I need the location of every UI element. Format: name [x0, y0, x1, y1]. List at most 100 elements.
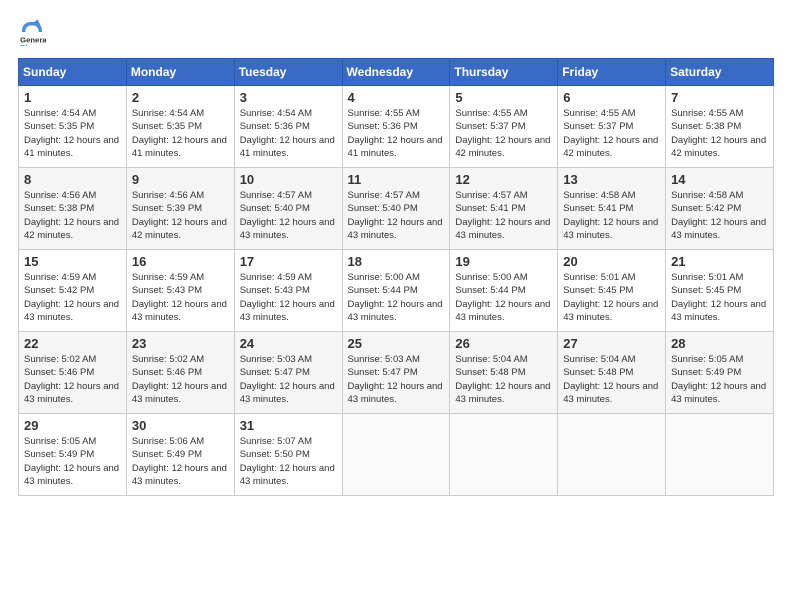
sunset-text: Sunset: 5:35 PM — [24, 120, 122, 133]
sunrise-text: Sunrise: 4:55 AM — [563, 107, 661, 120]
day-number: 13 — [563, 172, 661, 187]
weekday-header-friday: Friday — [558, 59, 666, 86]
calendar-cell: 10Sunrise: 4:57 AMSunset: 5:40 PMDayligh… — [234, 168, 342, 250]
daylight-text: Daylight: 12 hours and 41 minutes. — [348, 134, 446, 161]
logo: General Blue — [18, 18, 50, 46]
calendar-cell: 3Sunrise: 4:54 AMSunset: 5:36 PMDaylight… — [234, 86, 342, 168]
calendar-cell: 7Sunrise: 4:55 AMSunset: 5:38 PMDaylight… — [666, 86, 774, 168]
day-number: 11 — [348, 172, 446, 187]
day-number: 28 — [671, 336, 769, 351]
day-number: 1 — [24, 90, 122, 105]
calendar-week-2: 8Sunrise: 4:56 AMSunset: 5:38 PMDaylight… — [19, 168, 774, 250]
day-number: 7 — [671, 90, 769, 105]
daylight-text: Daylight: 12 hours and 43 minutes. — [348, 298, 446, 325]
calendar-cell: 22Sunrise: 5:02 AMSunset: 5:46 PMDayligh… — [19, 332, 127, 414]
day-number: 8 — [24, 172, 122, 187]
daylight-text: Daylight: 12 hours and 43 minutes. — [563, 216, 661, 243]
calendar-cell: 2Sunrise: 4:54 AMSunset: 5:35 PMDaylight… — [126, 86, 234, 168]
sunrise-text: Sunrise: 5:02 AM — [132, 353, 230, 366]
calendar-cell — [342, 414, 450, 496]
daylight-text: Daylight: 12 hours and 43 minutes. — [671, 216, 769, 243]
sunrise-text: Sunrise: 4:54 AM — [132, 107, 230, 120]
calendar-cell: 9Sunrise: 4:56 AMSunset: 5:39 PMDaylight… — [126, 168, 234, 250]
weekday-header-row: SundayMondayTuesdayWednesdayThursdayFrid… — [19, 59, 774, 86]
calendar-cell: 8Sunrise: 4:56 AMSunset: 5:38 PMDaylight… — [19, 168, 127, 250]
daylight-text: Daylight: 12 hours and 43 minutes. — [455, 298, 553, 325]
day-number: 16 — [132, 254, 230, 269]
calendar-cell — [450, 414, 558, 496]
sunset-text: Sunset: 5:44 PM — [455, 284, 553, 297]
calendar-cell — [558, 414, 666, 496]
sunset-text: Sunset: 5:40 PM — [240, 202, 338, 215]
sunrise-text: Sunrise: 4:56 AM — [24, 189, 122, 202]
calendar-cell: 15Sunrise: 4:59 AMSunset: 5:42 PMDayligh… — [19, 250, 127, 332]
daylight-text: Daylight: 12 hours and 43 minutes. — [132, 380, 230, 407]
sunrise-text: Sunrise: 5:07 AM — [240, 435, 338, 448]
calendar-week-5: 29Sunrise: 5:05 AMSunset: 5:49 PMDayligh… — [19, 414, 774, 496]
sunset-text: Sunset: 5:40 PM — [348, 202, 446, 215]
daylight-text: Daylight: 12 hours and 43 minutes. — [24, 380, 122, 407]
calendar-cell: 23Sunrise: 5:02 AMSunset: 5:46 PMDayligh… — [126, 332, 234, 414]
daylight-text: Daylight: 12 hours and 43 minutes. — [240, 216, 338, 243]
sunset-text: Sunset: 5:41 PM — [455, 202, 553, 215]
sunrise-text: Sunrise: 5:06 AM — [132, 435, 230, 448]
sunset-text: Sunset: 5:46 PM — [132, 366, 230, 379]
sunset-text: Sunset: 5:45 PM — [671, 284, 769, 297]
calendar-cell: 12Sunrise: 4:57 AMSunset: 5:41 PMDayligh… — [450, 168, 558, 250]
calendar-cell: 31Sunrise: 5:07 AMSunset: 5:50 PMDayligh… — [234, 414, 342, 496]
day-number: 5 — [455, 90, 553, 105]
sunset-text: Sunset: 5:48 PM — [563, 366, 661, 379]
daylight-text: Daylight: 12 hours and 43 minutes. — [563, 298, 661, 325]
calendar-cell: 1Sunrise: 4:54 AMSunset: 5:35 PMDaylight… — [19, 86, 127, 168]
sunset-text: Sunset: 5:36 PM — [240, 120, 338, 133]
daylight-text: Daylight: 12 hours and 42 minutes. — [132, 216, 230, 243]
calendar-table: SundayMondayTuesdayWednesdayThursdayFrid… — [18, 58, 774, 496]
sunrise-text: Sunrise: 4:57 AM — [348, 189, 446, 202]
sunset-text: Sunset: 5:47 PM — [240, 366, 338, 379]
sunset-text: Sunset: 5:42 PM — [24, 284, 122, 297]
daylight-text: Daylight: 12 hours and 43 minutes. — [671, 298, 769, 325]
daylight-text: Daylight: 12 hours and 43 minutes. — [455, 380, 553, 407]
calendar-cell: 18Sunrise: 5:00 AMSunset: 5:44 PMDayligh… — [342, 250, 450, 332]
day-number: 31 — [240, 418, 338, 433]
sunrise-text: Sunrise: 5:05 AM — [671, 353, 769, 366]
daylight-text: Daylight: 12 hours and 43 minutes. — [671, 380, 769, 407]
page-container: General Blue SundayMondayTuesdayWednesda… — [0, 0, 792, 506]
weekday-header-thursday: Thursday — [450, 59, 558, 86]
calendar-cell: 4Sunrise: 4:55 AMSunset: 5:36 PMDaylight… — [342, 86, 450, 168]
sunset-text: Sunset: 5:38 PM — [671, 120, 769, 133]
calendar-cell: 21Sunrise: 5:01 AMSunset: 5:45 PMDayligh… — [666, 250, 774, 332]
sunrise-text: Sunrise: 5:04 AM — [455, 353, 553, 366]
calendar-cell: 19Sunrise: 5:00 AMSunset: 5:44 PMDayligh… — [450, 250, 558, 332]
sunset-text: Sunset: 5:43 PM — [132, 284, 230, 297]
daylight-text: Daylight: 12 hours and 43 minutes. — [240, 298, 338, 325]
sunrise-text: Sunrise: 5:03 AM — [348, 353, 446, 366]
sunrise-text: Sunrise: 5:04 AM — [563, 353, 661, 366]
sunset-text: Sunset: 5:35 PM — [132, 120, 230, 133]
day-number: 9 — [132, 172, 230, 187]
sunset-text: Sunset: 5:48 PM — [455, 366, 553, 379]
daylight-text: Daylight: 12 hours and 42 minutes. — [671, 134, 769, 161]
sunrise-text: Sunrise: 4:58 AM — [563, 189, 661, 202]
sunrise-text: Sunrise: 4:59 AM — [240, 271, 338, 284]
sunrise-text: Sunrise: 5:05 AM — [24, 435, 122, 448]
calendar-week-4: 22Sunrise: 5:02 AMSunset: 5:46 PMDayligh… — [19, 332, 774, 414]
day-number: 2 — [132, 90, 230, 105]
sunrise-text: Sunrise: 5:01 AM — [671, 271, 769, 284]
day-number: 18 — [348, 254, 446, 269]
daylight-text: Daylight: 12 hours and 42 minutes. — [455, 134, 553, 161]
sunrise-text: Sunrise: 4:55 AM — [455, 107, 553, 120]
sunset-text: Sunset: 5:43 PM — [240, 284, 338, 297]
sunset-text: Sunset: 5:49 PM — [671, 366, 769, 379]
page-header: General Blue — [18, 18, 774, 46]
calendar-cell: 27Sunrise: 5:04 AMSunset: 5:48 PMDayligh… — [558, 332, 666, 414]
calendar-cell: 26Sunrise: 5:04 AMSunset: 5:48 PMDayligh… — [450, 332, 558, 414]
calendar-week-3: 15Sunrise: 4:59 AMSunset: 5:42 PMDayligh… — [19, 250, 774, 332]
sunrise-text: Sunrise: 5:00 AM — [455, 271, 553, 284]
daylight-text: Daylight: 12 hours and 43 minutes. — [132, 298, 230, 325]
sunset-text: Sunset: 5:41 PM — [563, 202, 661, 215]
weekday-header-wednesday: Wednesday — [342, 59, 450, 86]
calendar-cell — [666, 414, 774, 496]
sunset-text: Sunset: 5:37 PM — [563, 120, 661, 133]
calendar-week-1: 1Sunrise: 4:54 AMSunset: 5:35 PMDaylight… — [19, 86, 774, 168]
